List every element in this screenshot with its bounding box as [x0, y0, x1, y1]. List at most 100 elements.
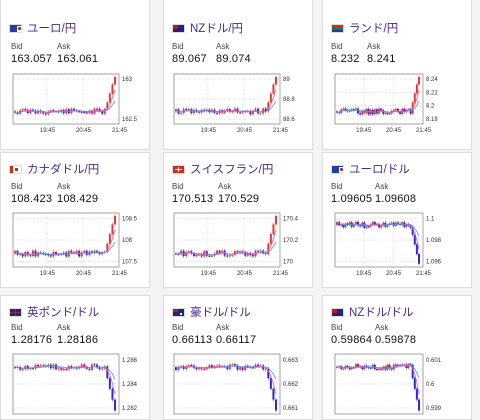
- candle-body: [394, 108, 397, 111]
- candle-body: [111, 224, 114, 235]
- price-chart: 1.286 1.284 1.282: [12, 353, 138, 415]
- plot-frame: [12, 73, 120, 125]
- candle-body: [98, 367, 101, 370]
- candle-body: [415, 244, 418, 255]
- card-aud-usd[interactable]: 豪ドル/ドル Bid Ask 0.66113 0.66117 0.663 0.66…: [163, 295, 313, 420]
- pair-name: 英ポンド/ドル: [27, 307, 100, 319]
- card-cad-jpy[interactable]: カナダドル/円 Bid Ask 108.423 108.429 108.5 108…: [0, 152, 150, 288]
- x-tick-label: 20:45: [76, 271, 92, 277]
- bid-label: Bid: [11, 42, 23, 51]
- candle-body: [228, 255, 231, 257]
- bid-label: Bid: [11, 182, 23, 191]
- card-title[interactable]: ランド/円: [331, 20, 398, 36]
- candle-body: [236, 251, 239, 253]
- x-tick-label: 20:45: [237, 271, 253, 277]
- candle-body: [233, 364, 236, 366]
- ask-price: 170.529: [218, 193, 260, 205]
- x-tick-label: 21:45: [416, 128, 432, 134]
- price-chart: 0.663 0.662 0.661: [173, 353, 299, 415]
- card-title[interactable]: スイスフラン/円: [172, 161, 273, 177]
- card-title[interactable]: ユーロ/ドル: [331, 161, 410, 177]
- card-title[interactable]: NZドル/ドル: [331, 304, 414, 320]
- candle-body: [187, 365, 190, 367]
- card-title[interactable]: NZドル/円: [172, 20, 243, 36]
- price-chart: 170.4 170.2 170 19:45 20:45 21:45: [173, 212, 299, 277]
- candle-body: [185, 108, 188, 110]
- candle-body: [378, 368, 381, 370]
- y-tick-label: 8.18: [426, 117, 438, 123]
- card-zar-jpy[interactable]: ランド/円 Bid Ask 8.232 8.241 8.24 8.22 8.2 8.1…: [322, 0, 472, 150]
- candle-body: [415, 388, 418, 400]
- y-tick-label: 0.6: [426, 382, 435, 388]
- x-tick-label: 20:45: [386, 271, 402, 277]
- card-nzd-usd[interactable]: NZドル/ドル Bid Ask 0.59864 0.59878 0.601 0.6…: [322, 295, 472, 420]
- price-chart: 108.5 108 107.5 19:45 20:45 21:45: [12, 212, 138, 277]
- candle-body: [93, 364, 96, 366]
- y-tick-label: 163: [122, 77, 133, 83]
- za-flag-icon: [331, 23, 344, 33]
- candle-body: [37, 364, 40, 367]
- candle-body: [21, 109, 24, 111]
- x-tick-label: 20:45: [386, 128, 402, 134]
- ask-label: Ask: [375, 323, 389, 332]
- candle-body: [114, 399, 116, 411]
- card-title[interactable]: 英ポンド/ドル: [9, 304, 99, 320]
- y-tick-label: 1.282: [122, 406, 138, 412]
- y-tick-label: 0.662: [283, 382, 299, 388]
- ca-flag-icon: [9, 164, 22, 174]
- card-eur-jpy[interactable]: ユーロ/円 Bid Ask 163.057 163.061 163 162.5 19…: [0, 0, 150, 150]
- y-tick-label: 0.599: [426, 406, 442, 412]
- candle-body: [259, 113, 262, 115]
- candle-body: [108, 234, 111, 244]
- candle-body: [269, 378, 272, 389]
- x-tick-label: 20:45: [237, 128, 253, 134]
- y-tick-label: 170.4: [283, 216, 299, 222]
- candle-body: [180, 112, 183, 114]
- candle-body: [216, 250, 219, 254]
- bid-price: 0.59864: [331, 334, 373, 346]
- bid-label: Bid: [331, 182, 343, 191]
- card-chf-jpy[interactable]: スイスフラン/円 Bid Ask 170.513 170.529 170.4 17…: [163, 152, 313, 288]
- card-title[interactable]: カナダドル/円: [9, 161, 99, 177]
- candle-body: [394, 364, 397, 366]
- ask-price: 0.66117: [216, 334, 257, 346]
- card-title[interactable]: 豪ドル/ドル: [172, 304, 251, 320]
- y-tick-label: 1.1: [426, 216, 435, 222]
- candle-body: [21, 369, 24, 371]
- candle-body: [257, 364, 260, 367]
- bid-price: 1.09605: [331, 193, 373, 205]
- price-chart: 89 88.8 88.6 19:45 20:45 21:45: [173, 73, 295, 134]
- ask-price: 1.09608: [375, 193, 417, 205]
- candle-body: [275, 399, 277, 411]
- candle-body: [195, 254, 198, 257]
- candle-body: [415, 84, 418, 94]
- candle-body: [19, 254, 22, 256]
- candle-body: [111, 84, 114, 94]
- y-tick-label: 108.5: [122, 216, 138, 222]
- candle-body: [384, 112, 387, 114]
- candle-body: [180, 250, 183, 255]
- y-tick-label: 8.2: [426, 104, 435, 110]
- card-nzd-jpy[interactable]: NZドル/円 Bid Ask 89.067 89.074 89 88.8 88.6 1…: [163, 0, 313, 150]
- candle-body: [369, 367, 372, 369]
- candle-body: [275, 216, 277, 225]
- card-gbp-usd[interactable]: 英ポンド/ドル Bid Ask 1.28176 1.28186 1.286 1.2…: [0, 295, 150, 420]
- card-title[interactable]: ユーロ/円: [9, 20, 76, 36]
- y-tick-label: 170: [283, 260, 294, 266]
- candle-body: [275, 77, 277, 85]
- candle-body: [108, 378, 111, 389]
- candle-body: [340, 224, 343, 226]
- x-tick-label: 19:45: [356, 271, 372, 277]
- candle-body: [259, 250, 262, 252]
- x-tick-label: 21:45: [273, 271, 289, 277]
- ask-price: 108.429: [57, 193, 99, 205]
- pair-name: NZドル/ドル: [349, 307, 414, 319]
- card-eur-usd[interactable]: ユーロ/ドル Bid Ask 1.09605 1.09608 1.1 1.098 1…: [322, 152, 472, 288]
- candle-body: [80, 111, 83, 113]
- candle-body: [390, 222, 393, 224]
- x-tick-label: 19:45: [201, 271, 217, 277]
- candle-body: [111, 388, 114, 400]
- candle-body: [367, 226, 370, 228]
- eu-flag-icon: [331, 164, 344, 174]
- y-tick-label: 1.096: [426, 260, 442, 266]
